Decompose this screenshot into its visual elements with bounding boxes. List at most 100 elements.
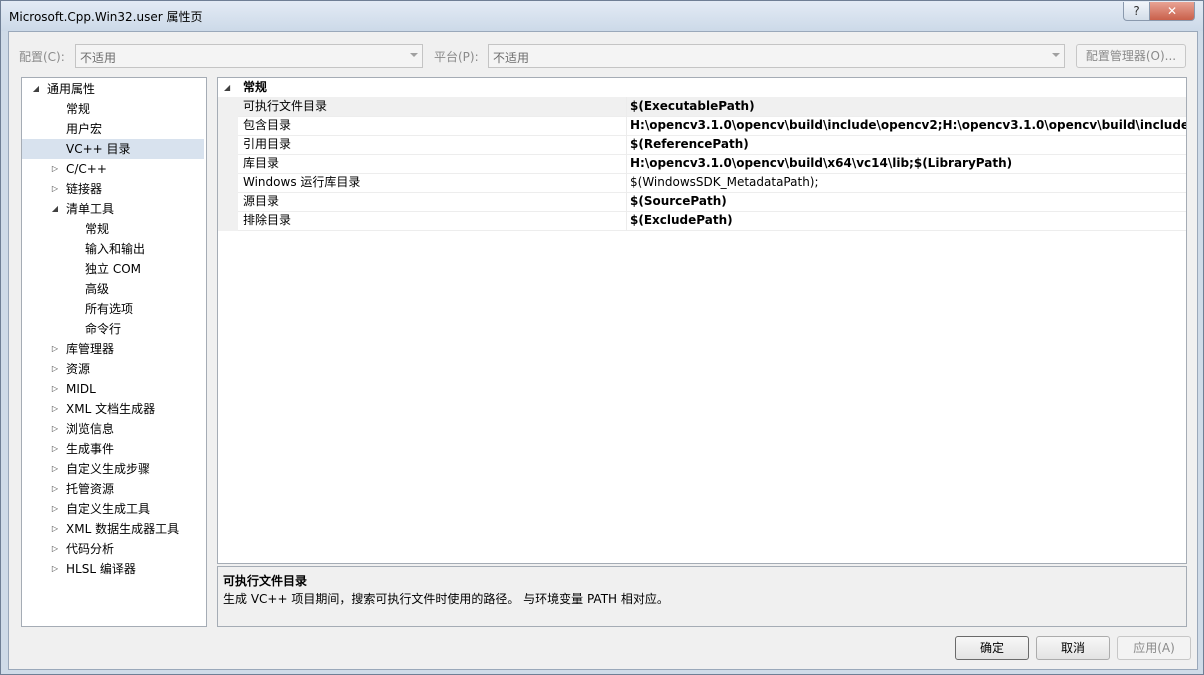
- tree-item-label: 用户宏: [66, 122, 103, 136]
- tree-item[interactable]: 高级: [22, 279, 204, 299]
- property-row[interactable]: 库目录 H:\opencv3.1.0\opencv\build\x64\vc14\…: [238, 154, 1186, 174]
- expand-triangle-icon[interactable]: ▷: [50, 379, 60, 399]
- expand-triangle-icon[interactable]: ▷: [50, 519, 60, 539]
- tree-item[interactable]: 独立 COM: [22, 259, 204, 279]
- description-title: 可执行文件目录: [223, 574, 308, 588]
- property-name: Windows 运行库目录: [243, 175, 361, 189]
- expand-triangle-icon[interactable]: ▷: [50, 459, 60, 479]
- property-value[interactable]: $(WindowsSDK_MetadataPath);: [630, 173, 1186, 192]
- property-row[interactable]: 包含目录 H:\opencv3.1.0\opencv\build\include\…: [238, 116, 1186, 136]
- tree-item[interactable]: ▷ 自定义生成步骤: [22, 459, 204, 479]
- expand-triangle-icon[interactable]: ▷: [50, 539, 60, 559]
- window-title: Microsoft.Cpp.Win32.user 属性页: [9, 10, 203, 24]
- tree-item-label: 独立 COM: [85, 262, 141, 276]
- tree-item-label: 常规: [66, 102, 91, 116]
- grid-gutter: [218, 97, 238, 231]
- tree-item-label: HLSL 编译器: [66, 562, 136, 576]
- expand-triangle-icon[interactable]: ▷: [50, 419, 60, 439]
- property-value[interactable]: $(ExcludePath): [630, 211, 1186, 230]
- property-name: 可执行文件目录: [243, 99, 328, 113]
- tree-item[interactable]: ▷ MIDL: [22, 379, 204, 399]
- help-button[interactable]: ?: [1123, 2, 1150, 21]
- property-value[interactable]: H:\opencv3.1.0\opencv\build\x64\vc14\lib…: [630, 154, 1186, 173]
- property-name: 引用目录: [243, 137, 292, 151]
- collapse-triangle-icon[interactable]: ◢: [224, 78, 230, 97]
- property-tree[interactable]: ◢ 通用属性 常规 用户宏 VC++ 目录 ▷ C/C++ ▷ 链接器 ◢ 清单工具 常规 输入和输出独…: [21, 77, 207, 627]
- close-button[interactable]: ✕: [1149, 2, 1195, 21]
- tree-item[interactable]: 命令行: [22, 319, 204, 339]
- expand-triangle-icon[interactable]: ▷: [50, 339, 60, 359]
- collapse-triangle-icon[interactable]: ◢: [50, 199, 60, 219]
- tree-item[interactable]: 用户宏: [22, 119, 204, 139]
- tree-item[interactable]: ▷ 托管资源: [22, 479, 204, 499]
- tree-item[interactable]: ▷ 自定义生成工具: [22, 499, 204, 519]
- tree-item[interactable]: ▷ HLSL 编译器: [22, 559, 204, 579]
- property-name: 包含目录: [243, 118, 292, 132]
- platform-label: 平台(P):: [434, 50, 479, 64]
- tree-item-label: 常规: [85, 222, 110, 236]
- tree-item[interactable]: ▷ XML 文档生成器: [22, 399, 204, 419]
- config-dropdown[interactable]: 不适用: [75, 44, 423, 68]
- description-panel: 可执行文件目录 生成 VC++ 项目期间，搜索可执行文件时使用的路径。 与环境变…: [217, 566, 1187, 627]
- apply-button[interactable]: 应用(A): [1117, 636, 1191, 660]
- tree-item[interactable]: VC++ 目录: [22, 139, 204, 159]
- tree-item[interactable]: ▷ 库管理器: [22, 339, 204, 359]
- property-value[interactable]: $(ReferencePath): [630, 135, 1186, 154]
- tree-item-label: 自定义生成工具: [66, 502, 151, 516]
- title-bar[interactable]: Microsoft.Cpp.Win32.user 属性页 ? ✕: [1, 1, 1203, 31]
- dialog-window: Microsoft.Cpp.Win32.user 属性页 ? ✕ 配置(C): …: [0, 0, 1204, 675]
- tree-item[interactable]: 输入和输出: [22, 239, 204, 259]
- config-label: 配置(C):: [19, 50, 65, 64]
- expand-triangle-icon[interactable]: ▷: [50, 399, 60, 419]
- tree-item-label: 浏览信息: [66, 422, 115, 436]
- property-value[interactable]: $(SourcePath): [630, 192, 1186, 211]
- expand-triangle-icon[interactable]: ▷: [50, 159, 60, 179]
- property-row[interactable]: 源目录 $(SourcePath): [238, 192, 1186, 212]
- property-name: 库目录: [243, 156, 280, 170]
- property-row[interactable]: Windows 运行库目录 $(WindowsSDK_MetadataPath);: [238, 173, 1186, 193]
- tree-item-label: 链接器: [66, 182, 103, 196]
- platform-dropdown[interactable]: 不适用: [488, 44, 1065, 68]
- tree-item-label: C/C++: [66, 162, 107, 176]
- tree-item-label: 自定义生成步骤: [66, 462, 151, 476]
- tree-item[interactable]: ◢ 清单工具: [22, 199, 204, 219]
- tree-item[interactable]: ▷ 链接器: [22, 179, 204, 199]
- tree-item[interactable]: ▷ 资源: [22, 359, 204, 379]
- tree-item-label: 高级: [85, 282, 110, 296]
- tree-item[interactable]: ◢ 通用属性: [22, 79, 204, 99]
- description-text: 生成 VC++ 项目期间，搜索可执行文件时使用的路径。 与环境变量 PATH 相…: [223, 592, 669, 606]
- tree-item[interactable]: ▷ XML 数据生成器工具: [22, 519, 204, 539]
- tree-item[interactable]: ▷ 代码分析: [22, 539, 204, 559]
- tree-item-label: 命令行: [85, 322, 122, 336]
- expand-triangle-icon[interactable]: ▷: [50, 439, 60, 459]
- property-value[interactable]: H:\opencv3.1.0\opencv\build\include\open…: [630, 116, 1186, 135]
- ok-button[interactable]: 确定: [955, 636, 1029, 660]
- tree-item[interactable]: 所有选项: [22, 299, 204, 319]
- tree-item-label: 输入和输出: [85, 242, 146, 256]
- property-row[interactable]: 排除目录 $(ExcludePath): [238, 211, 1186, 231]
- property-row[interactable]: 可执行文件目录 $(ExecutablePath): [238, 97, 1186, 117]
- cancel-button[interactable]: 取消: [1036, 636, 1110, 660]
- tree-item[interactable]: ▷ 生成事件: [22, 439, 204, 459]
- tree-item-label: 所有选项: [85, 302, 134, 316]
- property-row[interactable]: 引用目录 $(ReferencePath): [238, 135, 1186, 155]
- tree-item[interactable]: ▷ C/C++: [22, 159, 204, 179]
- tree-item[interactable]: ▷ 浏览信息: [22, 419, 204, 439]
- tree-item[interactable]: 常规: [22, 219, 204, 239]
- collapse-triangle-icon[interactable]: ◢: [31, 79, 41, 99]
- property-grid[interactable]: ◢ 常规 可执行文件目录 $(ExecutablePath) 包含目录 H:\open…: [217, 77, 1187, 564]
- tree-item-label: 资源: [66, 362, 91, 376]
- expand-triangle-icon[interactable]: ▷: [50, 499, 60, 519]
- grid-category-header[interactable]: ◢ 常规: [218, 78, 1186, 97]
- expand-triangle-icon[interactable]: ▷: [50, 179, 60, 199]
- config-manager-button[interactable]: 配置管理器(O)...: [1076, 44, 1186, 68]
- tree-item[interactable]: 常规: [22, 99, 204, 119]
- expand-triangle-icon[interactable]: ▷: [50, 479, 60, 499]
- property-name: 源目录: [243, 194, 280, 208]
- expand-triangle-icon[interactable]: ▷: [50, 559, 60, 579]
- tree-item-label: 通用属性: [47, 82, 96, 96]
- tree-item-label: 清单工具: [66, 202, 115, 216]
- expand-triangle-icon[interactable]: ▷: [50, 359, 60, 379]
- property-value[interactable]: $(ExecutablePath): [630, 97, 1186, 116]
- grid-column-divider[interactable]: [626, 97, 627, 231]
